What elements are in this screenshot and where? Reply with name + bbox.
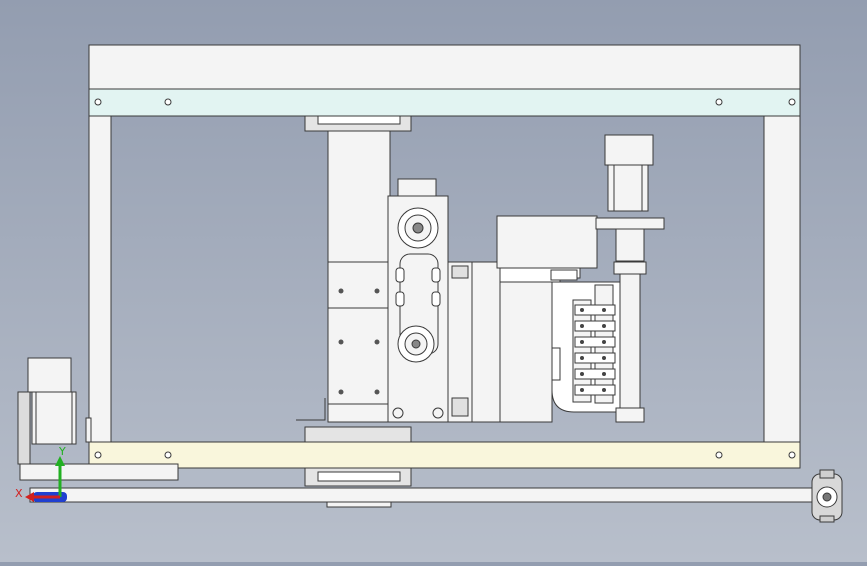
frame-top-beam xyxy=(88,44,801,90)
upper-pulley xyxy=(397,207,439,249)
motor-mount-plate xyxy=(595,217,665,230)
belt-drive xyxy=(387,178,449,423)
triad-x-label: X xyxy=(15,487,23,500)
frame-right-post xyxy=(763,115,801,443)
frame-top-rail xyxy=(88,88,801,117)
rotary-shaft xyxy=(615,273,645,423)
triad-y-label: Y xyxy=(58,445,66,458)
top-motor xyxy=(595,134,665,275)
carriage-plate xyxy=(296,261,389,423)
frame-left-post xyxy=(88,115,112,443)
column-body xyxy=(327,130,391,263)
drive-motor-top xyxy=(397,178,437,197)
frame-bottom-rail xyxy=(88,441,801,469)
assembly-drawing: Y X xyxy=(15,44,843,523)
base-plate xyxy=(29,487,821,503)
column-lower-clamp xyxy=(304,426,412,443)
cad-viewport[interactable]: Y X xyxy=(0,0,867,562)
caster-wheel xyxy=(811,469,843,523)
lower-pulley xyxy=(397,325,435,363)
linear-slide xyxy=(447,261,501,423)
base-foot-center xyxy=(326,501,392,508)
